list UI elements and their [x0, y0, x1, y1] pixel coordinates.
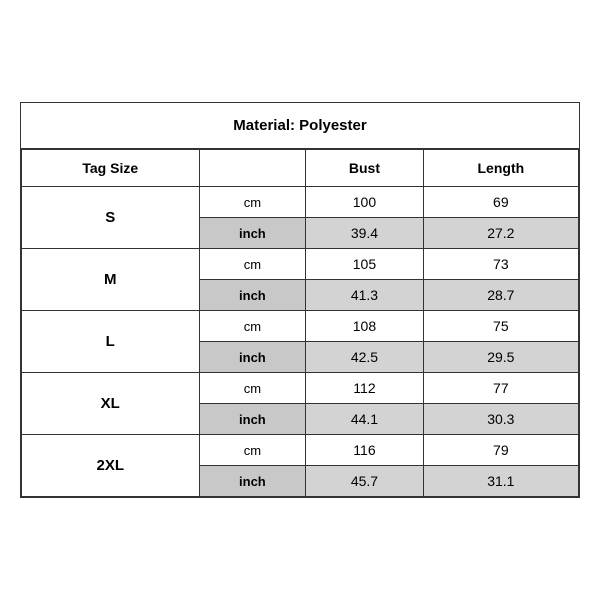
bust-cm: 108 [306, 311, 423, 342]
table-row: Scm10069 [22, 187, 579, 218]
bust-inch: 39.4 [306, 218, 423, 249]
unit-inch: inch [199, 218, 306, 249]
length-inch: 31.1 [423, 466, 578, 497]
length-cm: 69 [423, 187, 578, 218]
length-inch: 28.7 [423, 280, 578, 311]
col-unit [199, 150, 306, 187]
size-chart-container: Material: Polyester Tag Size Bust Length… [20, 102, 580, 498]
size-label: 2XL [22, 435, 200, 497]
unit-cm: cm [199, 373, 306, 404]
unit-inch: inch [199, 404, 306, 435]
bust-inch: 41.3 [306, 280, 423, 311]
bust-cm: 116 [306, 435, 423, 466]
col-bust: Bust [306, 150, 423, 187]
bust-cm: 112 [306, 373, 423, 404]
bust-inch: 42.5 [306, 342, 423, 373]
length-cm: 75 [423, 311, 578, 342]
chart-title: Material: Polyester [21, 103, 579, 149]
table-row: 2XLcm11679 [22, 435, 579, 466]
length-inch: 29.5 [423, 342, 578, 373]
bust-inch: 45.7 [306, 466, 423, 497]
unit-cm: cm [199, 187, 306, 218]
length-inch: 30.3 [423, 404, 578, 435]
bust-inch: 44.1 [306, 404, 423, 435]
size-label: M [22, 249, 200, 311]
bust-cm: 105 [306, 249, 423, 280]
length-cm: 79 [423, 435, 578, 466]
table-row: Mcm10573 [22, 249, 579, 280]
unit-cm: cm [199, 311, 306, 342]
length-cm: 77 [423, 373, 578, 404]
col-tag-size: Tag Size [22, 150, 200, 187]
unit-inch: inch [199, 280, 306, 311]
length-inch: 27.2 [423, 218, 578, 249]
table-row: XLcm11277 [22, 373, 579, 404]
col-length: Length [423, 150, 578, 187]
unit-inch: inch [199, 466, 306, 497]
size-table: Tag Size Bust Length Scm10069inch39.427.… [21, 149, 579, 497]
size-label: XL [22, 373, 200, 435]
unit-inch: inch [199, 342, 306, 373]
table-header-row: Tag Size Bust Length [22, 150, 579, 187]
length-cm: 73 [423, 249, 578, 280]
unit-cm: cm [199, 435, 306, 466]
bust-cm: 100 [306, 187, 423, 218]
size-label: L [22, 311, 200, 373]
table-row: Lcm10875 [22, 311, 579, 342]
unit-cm: cm [199, 249, 306, 280]
size-label: S [22, 187, 200, 249]
